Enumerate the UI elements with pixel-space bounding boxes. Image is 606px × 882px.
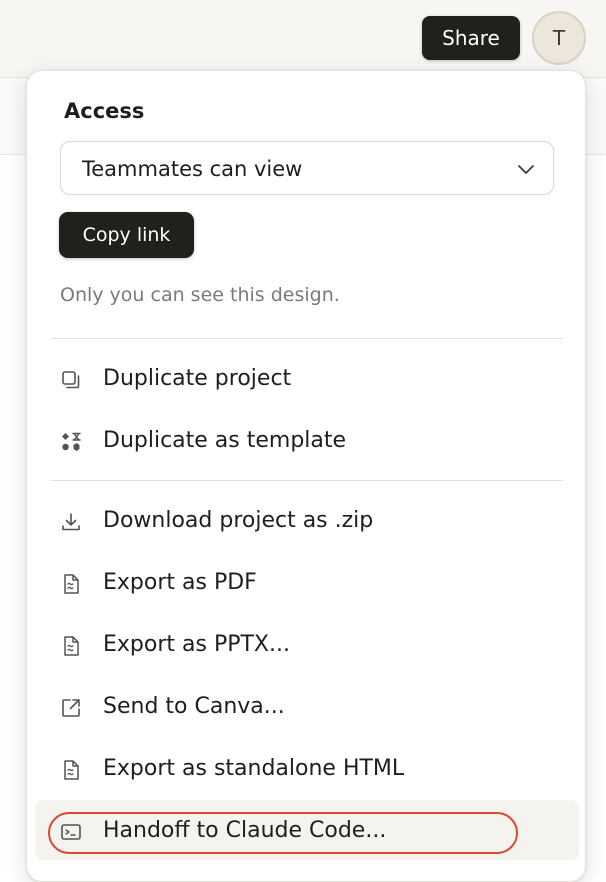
- share-button[interactable]: Share: [422, 16, 520, 60]
- external-link-icon: [62, 699, 80, 717]
- menu-item-export-pdf[interactable]: Export as PDF: [35, 554, 579, 614]
- avatar[interactable]: T: [532, 11, 586, 65]
- menu-item-label: Export as standalone HTML: [103, 756, 405, 781]
- duplicate-icon: [62, 371, 80, 389]
- terminal-icon: [61, 824, 81, 840]
- menu-item-handoff-claude-code[interactable]: Handoff to Claude Code...: [35, 800, 579, 860]
- menu-divider: [51, 338, 563, 339]
- share-menu: Access Teammates can view Copy link Only…: [26, 70, 586, 882]
- menu-item-label: Download project as .zip: [103, 508, 374, 533]
- menu-item-label: Export as PPTX...: [103, 632, 290, 657]
- document-icon: [64, 636, 79, 656]
- menu-item-label: Duplicate project: [103, 366, 292, 391]
- menu-item-export-html[interactable]: Export as standalone HTML: [35, 740, 579, 800]
- menu-item-duplicate-as-template[interactable]: Duplicate as template: [35, 412, 579, 472]
- menu-item-label: Export as PDF: [103, 570, 257, 595]
- menu-item-label: Handoff to Claude Code...: [103, 818, 387, 843]
- menu-divider: [51, 480, 563, 481]
- menu-item-export-pptx[interactable]: Export as PPTX...: [35, 616, 579, 676]
- menu-item-send-to-canva[interactable]: Send to Canva...: [35, 678, 579, 738]
- document-icon: [64, 760, 79, 780]
- template-icon: [62, 432, 81, 451]
- download-icon: [62, 513, 80, 531]
- menu-item-download-zip[interactable]: Download project as .zip: [35, 492, 579, 552]
- document-icon: [64, 574, 79, 594]
- menu-item-duplicate-project[interactable]: Duplicate project: [35, 350, 579, 410]
- copy-link-button[interactable]: Copy link: [59, 212, 194, 258]
- access-heading: Access: [64, 99, 145, 123]
- visibility-note: Only you can see this design.: [60, 284, 340, 306]
- menu-item-label: Send to Canva...: [103, 694, 285, 719]
- access-dropdown[interactable]: Teammates can view: [60, 141, 554, 195]
- chevron-down-icon: [518, 165, 534, 174]
- access-selected-value: Teammates can view: [82, 157, 303, 181]
- menu-item-label: Duplicate as template: [103, 428, 347, 453]
